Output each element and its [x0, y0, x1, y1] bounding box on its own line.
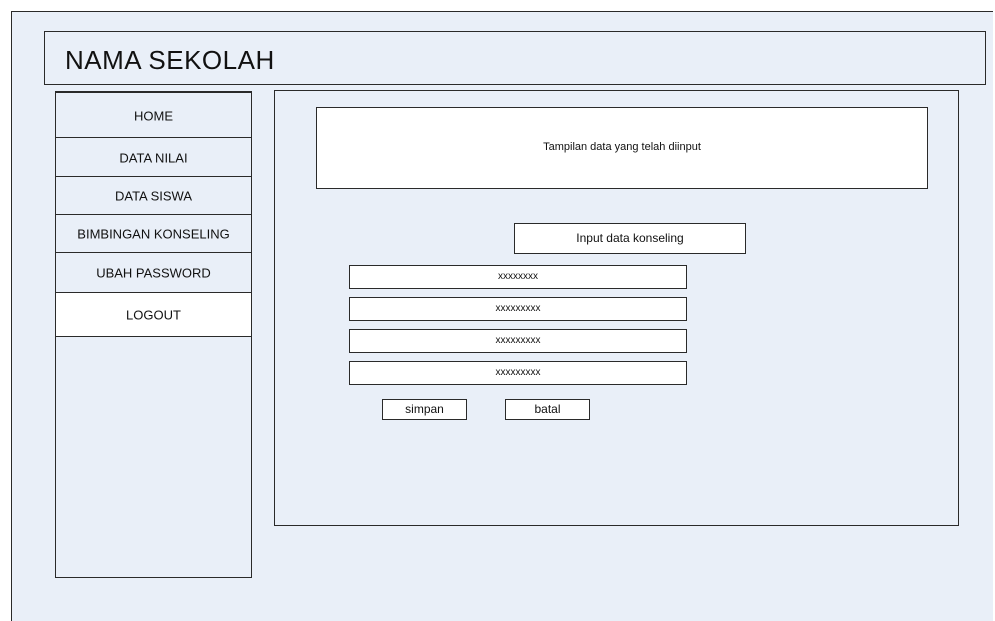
sidebar: HOME DATA NILAI DATA SISWA BIMBINGAN KON… [55, 91, 252, 578]
sidebar-item-label: HOME [134, 108, 173, 123]
sidebar-item-label: UBAH PASSWORD [96, 265, 211, 281]
sidebar-item-label: DATA NILAI [119, 150, 188, 165]
sidebar-item-logout[interactable]: LOGOUT [55, 292, 252, 337]
counseling-field-4[interactable]: xxxxxxxxx [349, 361, 687, 385]
sidebar-item-home[interactable]: HOME [55, 92, 252, 139]
sidebar-item-bimbingan-konseling[interactable]: BIMBINGAN KONSELING [55, 214, 252, 254]
counseling-field-1[interactable]: xxxxxxxx [349, 265, 687, 289]
sidebar-item-label: LOGOUT [126, 307, 181, 322]
sidebar-item-data-nilai[interactable]: DATA NILAI [55, 137, 252, 178]
main-content-panel: Tampilan data yang telah diinput Input d… [274, 90, 959, 526]
cancel-button[interactable]: batal [505, 399, 590, 420]
data-display-text: Tampilan data yang telah diinput [543, 141, 701, 153]
sidebar-item-data-siswa[interactable]: DATA SISWA [55, 176, 252, 216]
form-title: Input data konseling [514, 223, 746, 254]
school-name-title: NAMA SEKOLAH [65, 45, 275, 75]
sidebar-item-ubah-password[interactable]: UBAH PASSWORD [55, 252, 252, 294]
counseling-field-3[interactable]: xxxxxxxxx [349, 329, 687, 353]
save-button[interactable]: simpan [382, 399, 467, 420]
data-display-box: Tampilan data yang telah diinput [316, 107, 928, 189]
header-bar: NAMA SEKOLAH [44, 31, 986, 85]
sidebar-item-label: BIMBINGAN KONSELING [77, 226, 230, 242]
counseling-field-2[interactable]: xxxxxxxxx [349, 297, 687, 321]
sidebar-item-label: DATA SISWA [114, 188, 193, 204]
